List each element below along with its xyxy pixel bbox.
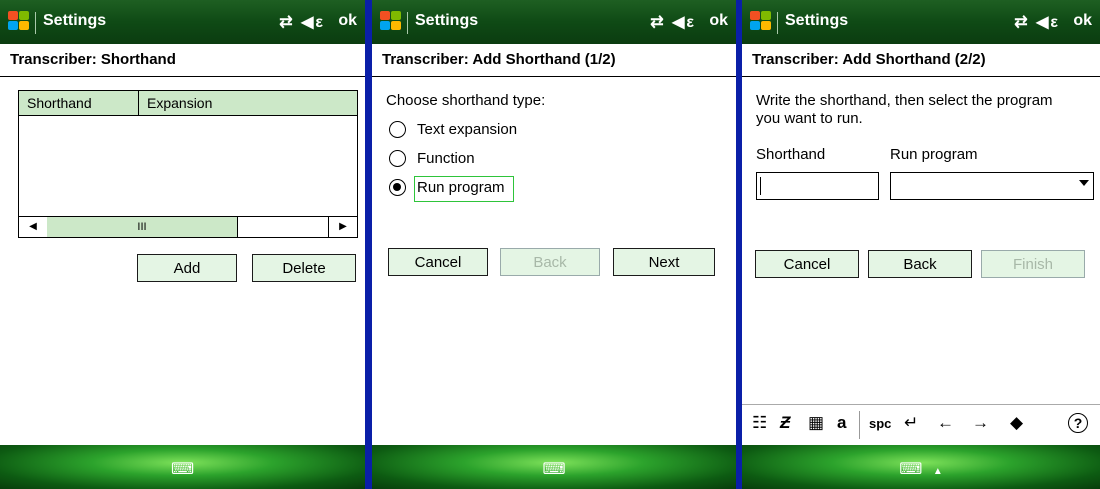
run-program-select[interactable] [890,172,1094,200]
ok-button[interactable]: ok [1073,12,1092,30]
status-icons[interactable]: ⇄ ◀ε [279,12,325,32]
run-program-label: Run program [890,146,978,163]
status-icons[interactable]: ⇄ ◀ε [1014,12,1060,32]
radio-run-program[interactable] [389,179,406,196]
app-title: Settings [43,12,107,29]
status-icons[interactable]: ⇄ ◀ε [650,12,696,32]
grid-header: Shorthand Expansion [19,91,357,116]
shorthand-grid[interactable]: Shorthand Expansion ◀ III ▶ [18,90,358,238]
transcriber-toolbar: ☷ Ƶ ▦ a spc ↵ ← → ◆ ? [742,404,1100,445]
backspace-icon[interactable]: ◆ [1010,413,1023,433]
shorthand-input[interactable] [756,172,879,200]
toolbar-separator [859,411,860,439]
title-bar: Settings ⇄ ◀ε ok [372,0,736,44]
keyboard-icon[interactable]: ⌨ [171,459,194,479]
shorthand-type-prompt: Choose shorthand type: [386,92,546,109]
cancel-button[interactable]: Cancel [755,250,859,278]
grid-icon[interactable]: ▦ [808,413,824,433]
horizontal-scrollbar[interactable]: ◀ III ▶ [19,216,357,237]
column-header-shorthand[interactable]: Shorthand [19,91,139,115]
chevron-down-icon[interactable] [1079,180,1089,186]
windows-start-icon[interactable] [380,11,402,31]
windows-start-icon[interactable] [8,11,30,31]
letter-mode-icon[interactable]: a [837,413,846,433]
left-arrow-icon[interactable]: ← [937,413,954,433]
keyboard-glyph: ⌨ [899,461,923,478]
scroll-right-icon[interactable]: ▶ [328,217,357,237]
screen-add-shorthand-step2: Settings ⇄ ◀ε ok Transcriber: Add Shorth… [742,0,1100,489]
windows-start-icon[interactable] [750,11,772,31]
input-menu-arrow-icon[interactable]: ▲ [933,466,943,477]
back-button[interactable]: Back [868,250,972,278]
keyboard-icon[interactable]: ⌨ ▲ [899,459,942,479]
bottom-menu-bar: ⌨ [372,445,736,489]
page-title: Transcriber: Add Shorthand (1/2) [372,44,736,77]
space-key[interactable]: spc [869,416,891,431]
back-button: Back [500,248,600,276]
add-button[interactable]: Add [137,254,237,282]
enter-key-icon[interactable]: ↵ [904,413,918,433]
title-bar: Settings ⇄ ◀ε ok [0,0,365,44]
page-title: Transcriber: Add Shorthand (2/2) [742,44,1100,77]
title-separator [407,12,408,34]
option-label-text-expansion[interactable]: Text expansion [417,121,517,138]
title-separator [777,12,778,34]
radio-function[interactable] [389,150,406,167]
screen-add-shorthand-step1: Settings ⇄ ◀ε ok Transcriber: Add Shorth… [372,0,736,489]
app-title: Settings [785,12,849,29]
finish-button: Finish [981,250,1085,278]
keyboard-icon[interactable]: ⌨ [542,459,565,479]
column-header-expansion[interactable]: Expansion [139,91,357,115]
title-bar: Settings ⇄ ◀ε ok [742,0,1100,44]
bottom-menu-bar: ⌨ [0,445,365,489]
page-title: Transcriber: Shorthand [0,44,365,77]
screen-shorthand-list: Settings ⇄ ◀ε ok Transcriber: Shorthand … [0,0,365,489]
list-icon[interactable]: ☷ [752,413,767,433]
delete-button[interactable]: Delete [252,254,356,282]
bottom-menu-bar: ⌨ ▲ [742,445,1100,489]
cancel-button[interactable]: Cancel [388,248,488,276]
radio-text-expansion[interactable] [389,121,406,138]
right-arrow-icon[interactable]: → [972,413,989,433]
app-title: Settings [415,12,479,29]
text-caret [760,177,761,195]
shorthand-label: Shorthand [756,146,826,163]
instruction-line-2: you want to run. [756,110,863,127]
recognizer-icon[interactable]: Ƶ [780,413,790,433]
scroll-thumb[interactable]: III [47,217,238,237]
scroll-left-icon[interactable]: ◀ [19,217,48,237]
ok-button[interactable]: ok [338,12,357,30]
option-label-function[interactable]: Function [417,150,475,167]
instruction-line-1: Write the shorthand, then select the pro… [756,92,1053,109]
option-label-run-program[interactable]: Run program [417,179,505,196]
title-separator [35,12,36,34]
next-button[interactable]: Next [613,248,715,276]
help-icon[interactable]: ? [1068,413,1088,433]
ok-button[interactable]: ok [709,12,728,30]
